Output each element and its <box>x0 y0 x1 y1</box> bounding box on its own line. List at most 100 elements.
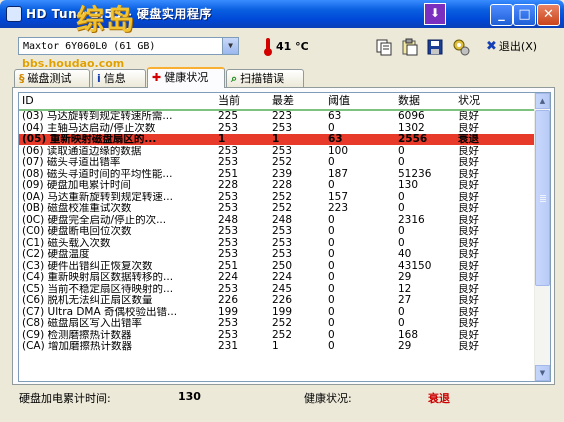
table-row[interactable]: (C0) 硬盘断电回位次数 253 253 0 0 良好 <box>19 226 534 237</box>
table-row[interactable]: (06) 读取通道边缘的数据 253 253 100 0 良好 <box>19 146 534 157</box>
col-status[interactable]: 状况 <box>455 93 515 109</box>
cell-status: 良好 <box>458 203 479 214</box>
cell-worst: 248 <box>272 214 293 226</box>
tab-info[interactable]: i 信息 <box>92 69 146 87</box>
table-row[interactable]: (08) 磁头寻道时间的平均性能... 251 239 187 51236 良好 <box>19 169 534 180</box>
drive-select-value: Maxtor 6Y060L0 (61 GB) <box>23 41 156 52</box>
table-row[interactable]: (0C) 硬盘完全启动/停止的次... 248 248 0 2316 良好 <box>19 215 534 226</box>
cell-id: (0B) 磁盘校准重试次数 <box>22 203 132 214</box>
save-icon[interactable] <box>426 38 444 56</box>
copy-info-icon[interactable] <box>375 38 393 56</box>
cell-data: 0 <box>398 203 405 214</box>
table-row[interactable]: (C2) 硬盘温度 253 253 0 40 良好 <box>19 249 534 260</box>
table-row[interactable]: (09) 硬盘加电累计时间 228 228 0 130 良好 <box>19 180 534 191</box>
exit-button[interactable]: ✖ 退出(X) <box>486 38 537 54</box>
table-row[interactable]: (C4) 重新映射扇区数据转移的... 224 224 0 29 良好 <box>19 272 534 283</box>
table-row[interactable]: (C6) 脱机无法纠正扇区数量 226 226 0 27 良好 <box>19 295 534 306</box>
col-data[interactable]: 数据 <box>395 93 455 109</box>
cell-current: 224 <box>218 272 239 283</box>
scroll-thumb[interactable] <box>535 110 550 286</box>
cell-status: 衰退 <box>458 134 479 145</box>
table-row[interactable]: (C5) 当前不稳定扇区待映射的... 253 245 0 12 良好 <box>19 284 534 295</box>
minimize-button[interactable]: _ <box>490 4 513 26</box>
cell-threshold: 100 <box>328 145 349 157</box>
download-arrow-icon[interactable]: ⬇ <box>424 3 446 25</box>
col-id[interactable]: ID <box>19 93 215 109</box>
tab-error-scan[interactable]: ⌕ 扫描错误 <box>226 69 304 87</box>
cell-current: 226 <box>218 295 239 306</box>
maximize-button[interactable]: □ <box>513 4 536 26</box>
cell-status: 良好 <box>458 341 479 352</box>
copy-all-icon[interactable] <box>401 38 419 56</box>
smart-table[interactable]: ID 当前 最差 阈值 数据 状况 (03) 马达旋转到规定转速所需... 225… <box>18 92 551 382</box>
close-button[interactable]: ✕ <box>537 4 560 26</box>
cell-data: 51236 <box>398 168 432 180</box>
cell-threshold: 0 <box>328 180 335 191</box>
cell-status: 良好 <box>458 111 479 122</box>
cell-data: 168 <box>398 329 419 341</box>
col-worst[interactable]: 最差 <box>269 93 325 109</box>
cell-data: 27 <box>398 295 412 306</box>
table-row[interactable]: (05) 重新映射磁盘扇区的... 1 1 63 2556 衰退 <box>19 134 534 145</box>
cell-data: 0 <box>398 306 405 318</box>
table-row[interactable]: (C8) 磁盘扇区写入出错率 253 252 0 0 良好 <box>19 318 534 329</box>
cell-status: 良好 <box>458 237 479 249</box>
drive-select[interactable]: Maxtor 6Y060L0 (61 GB) ▼ <box>18 37 239 55</box>
cell-status: 良好 <box>458 260 479 272</box>
cell-threshold: 0 <box>328 306 335 318</box>
health-status-label: 健康状况: <box>304 392 352 405</box>
cell-threshold: 223 <box>328 203 349 214</box>
cell-threshold: 0 <box>328 283 335 295</box>
cell-worst: 199 <box>272 306 293 318</box>
tab-label: 信息 <box>103 72 126 85</box>
cell-current: 253 <box>218 122 239 134</box>
table-row[interactable]: (0B) 磁盘校准重试次数 253 252 223 0 良好 <box>19 203 534 214</box>
cell-threshold: 187 <box>328 168 349 180</box>
table-row[interactable]: (04) 主轴马达启动/停止次数 253 253 0 1302 良好 <box>19 123 534 134</box>
cell-worst: 252 <box>272 157 293 168</box>
cell-id: (CA) 增加磨擦热计数器 <box>22 341 133 352</box>
cell-status: 良好 <box>458 145 479 157</box>
cell-data: 12 <box>398 283 412 295</box>
cell-worst: 252 <box>272 329 293 341</box>
power-on-time-label: 硬盘加电累计时间: <box>19 392 111 405</box>
tab-benchmark[interactable]: § 磁盘测试 <box>14 69 90 87</box>
tab-label: 健康状况 <box>164 71 209 84</box>
title-bar[interactable]: HD Tune 2.53 - 硬盘实用程序 综岛 ⬇ _ □ ✕ <box>0 0 564 36</box>
cell-id: (04) 主轴马达启动/停止次数 <box>22 122 156 134</box>
temperature-readout: 41 °C <box>276 40 309 53</box>
scan-icon: ⌕ <box>231 72 238 85</box>
table-row[interactable]: (CA) 增加磨擦热计数器 231 1 0 29 良好 <box>19 341 534 352</box>
table-row[interactable]: (0A) 马达重新旋转到规定转速... 253 252 157 0 良好 <box>19 192 534 203</box>
table-row[interactable]: (C3) 硬件出错纠正恢复次数 251 250 0 43150 良好 <box>19 261 534 272</box>
table-row[interactable]: (C9) 检测磨擦热计数器 253 252 0 168 良好 <box>19 330 534 341</box>
cell-current: 1 <box>218 134 226 145</box>
col-current[interactable]: 当前 <box>215 93 269 109</box>
cell-worst: 253 <box>272 145 293 157</box>
cell-status: 良好 <box>458 306 479 318</box>
cell-status: 良好 <box>458 249 479 260</box>
cell-worst: 252 <box>272 203 293 214</box>
options-gear-icon[interactable] <box>452 38 470 56</box>
cell-worst: 250 <box>272 260 293 272</box>
table-row[interactable]: (03) 马达旋转到规定转速所需... 225 223 63 6096 良好 <box>19 111 534 122</box>
chevron-down-icon[interactable]: ▼ <box>222 38 238 54</box>
scroll-up-icon[interactable]: ▲ <box>535 93 550 109</box>
vertical-scrollbar[interactable]: ▲ ▼ <box>534 93 550 381</box>
cell-worst: 252 <box>272 191 293 203</box>
cell-id: (C8) 磁盘扇区写入出错率 <box>22 318 143 329</box>
cell-data: 6096 <box>398 111 425 122</box>
cell-current: 253 <box>218 318 239 329</box>
table-row[interactable]: (07) 磁头寻道出错率 253 252 0 0 良好 <box>19 157 534 168</box>
cell-data: 0 <box>398 318 405 329</box>
col-threshold[interactable]: 阈值 <box>325 93 395 109</box>
cell-id: (0A) 马达重新旋转到规定转速... <box>22 191 173 203</box>
cell-status: 良好 <box>458 329 479 341</box>
cell-data: 0 <box>398 145 405 157</box>
tab-health[interactable]: ✚ 健康状况 <box>147 67 225 88</box>
table-row[interactable]: (C1) 磁头载入次数 253 253 0 0 良好 <box>19 238 534 249</box>
cell-id: (07) 磁头寻道出错率 <box>22 157 121 168</box>
cell-status: 良好 <box>458 168 479 180</box>
scroll-down-icon[interactable]: ▼ <box>535 365 550 381</box>
table-row[interactable]: (C7) Ultra DMA 奇偶校验出错... 199 199 0 0 良好 <box>19 307 534 318</box>
